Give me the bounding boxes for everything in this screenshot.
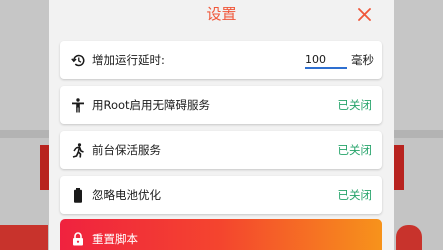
close-icon <box>357 7 371 21</box>
root-accessibility-label: 用Root启用无障碍服务 <box>92 98 211 112</box>
battery-icon <box>70 187 86 203</box>
history-icon <box>70 52 86 68</box>
background-thumbnail-left <box>0 225 48 250</box>
running-person-icon <box>70 142 86 158</box>
delay-label: 增加运行延时: <box>92 53 165 67</box>
reset-script-button[interactable]: 重置脚本 <box>60 219 382 250</box>
foreground-service-status: 已关闭 <box>337 143 373 157</box>
battery-optimization-row[interactable]: 忽略电池优化 已关闭 <box>60 176 382 214</box>
close-button[interactable] <box>354 4 374 24</box>
root-accessibility-row[interactable]: 用Root启用无障碍服务 已关闭 <box>60 86 382 124</box>
delay-input[interactable] <box>305 51 347 69</box>
background-thumbnail-right <box>396 225 422 250</box>
battery-optimization-status: 已关闭 <box>337 188 373 202</box>
settings-dialog: 设置 增加运行延时: 毫秒 用Root启用无障 <box>49 0 394 250</box>
dialog-title: 设置 <box>206 5 237 23</box>
accessibility-icon <box>70 97 86 113</box>
delay-unit: 毫秒 <box>351 53 374 67</box>
root-accessibility-status: 已关闭 <box>337 98 373 112</box>
battery-optimization-label: 忽略电池优化 <box>92 188 161 202</box>
foreground-service-row[interactable]: 前台保活服务 已关闭 <box>60 131 382 169</box>
foreground-service-label: 前台保活服务 <box>92 143 161 157</box>
lock-icon <box>70 231 86 247</box>
reset-script-label: 重置脚本 <box>92 232 138 246</box>
delay-setting-row: 增加运行延时: 毫秒 <box>60 41 382 79</box>
